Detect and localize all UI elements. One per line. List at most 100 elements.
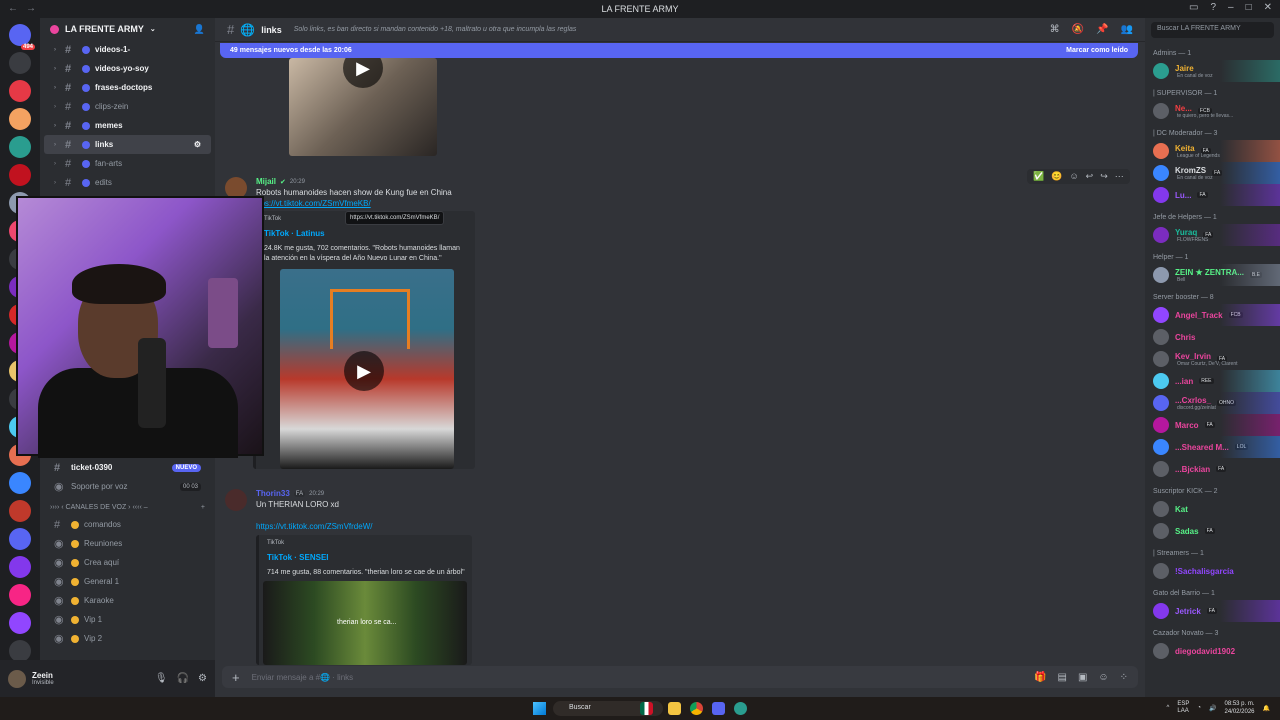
search-input[interactable]: Buscar LA FRENTE ARMY xyxy=(1151,22,1274,38)
mute-bell-icon[interactable]: 🔕 xyxy=(1072,24,1084,35)
taskbar-browser-icon[interactable] xyxy=(734,702,747,715)
server-icon[interactable] xyxy=(9,136,31,158)
add-reaction-icon[interactable]: ☺ xyxy=(1069,171,1078,182)
tray-language[interactable]: ESP LAA xyxy=(1177,701,1189,715)
message-author[interactable]: Thorin33 xyxy=(256,489,290,498)
member-item[interactable]: diegodavid1902 xyxy=(1145,640,1280,662)
mark-as-read-button[interactable]: Marcar como leído xyxy=(1066,47,1128,54)
video-thumbnail[interactable]: therian loro se ca... xyxy=(263,581,467,665)
member-item[interactable]: ...Bjckian FA xyxy=(1145,458,1280,480)
member-item[interactable]: ...Cxrlos_OHNOdiscord.gg/zeinlat xyxy=(1145,392,1280,414)
wifi-icon[interactable]: ◔ xyxy=(1197,705,1201,711)
emoji-icon[interactable]: ☺ xyxy=(1098,672,1108,683)
server-header[interactable]: LA FRENTE ARMY ⌄ 👤 xyxy=(40,18,215,40)
server-icon[interactable] xyxy=(9,556,31,578)
avatar[interactable] xyxy=(225,489,247,511)
channel-item[interactable]: › # edits xyxy=(44,173,211,192)
member-item[interactable]: Marco FA xyxy=(1145,414,1280,436)
video-thumbnail[interactable]: ▶ xyxy=(280,269,454,469)
member-item[interactable]: ...ian REE xyxy=(1145,370,1280,392)
message-link[interactable]: ttps://vt.tiktok.com/ZSmVfmeKB/ xyxy=(256,199,371,208)
server-icon[interactable]: NUEVO xyxy=(9,640,31,660)
forward-icon[interactable]: ↪ xyxy=(1100,171,1108,182)
embed-title[interactable]: TikTok · SENSEI xyxy=(267,553,329,562)
headphones-icon[interactable]: 🎧 xyxy=(177,673,189,684)
member-item[interactable]: KromZS FA En canal de voz xyxy=(1145,162,1280,184)
message-input[interactable]: Enviar mensaje a #🌐 · links xyxy=(252,673,354,682)
video-thumbnail-previous[interactable]: ▶ xyxy=(289,58,437,156)
channel-item[interactable]: › # clips-zein xyxy=(44,97,211,116)
voice-channel-item[interactable]: ◉ Karaoke xyxy=(44,591,211,610)
voice-channel-item[interactable]: # comandos xyxy=(44,515,211,534)
member-item[interactable]: Ne... FCB te quiero, pero te llevas... xyxy=(1145,100,1280,122)
message-link[interactable]: https://vt.tiktok.com/ZSmVfrdeW/ xyxy=(256,522,372,531)
settings-gear-icon[interactable]: ⚙ xyxy=(198,673,207,684)
tray-chevron-icon[interactable]: ^ xyxy=(1167,705,1170,711)
channel-topic[interactable]: Solo links, es ban directo si mandan con… xyxy=(294,26,577,33)
reply-icon[interactable]: ↩ xyxy=(1086,171,1094,182)
add-channel-icon[interactable]: + xyxy=(201,504,205,511)
close-icon[interactable]: ✕ xyxy=(1264,2,1272,13)
server-icon[interactable] xyxy=(9,164,31,186)
channel-item[interactable]: › # links ⚙ xyxy=(44,135,211,154)
voice-category[interactable]: ›››› ‹ CANALES DE VOZ › ‹‹‹‹ – + xyxy=(40,496,215,515)
attach-plus-icon[interactable]: + xyxy=(232,670,240,685)
clock[interactable]: 08:53 p. m. 24/02/2026 xyxy=(1224,700,1254,716)
microphone-icon[interactable]: 🎙 xyxy=(155,673,168,684)
taskbar-discord-icon[interactable] xyxy=(712,702,725,715)
inbox-icon[interactable]: ▭ xyxy=(1189,2,1198,13)
server-icon[interactable] xyxy=(9,108,31,130)
server-icon[interactable]: 494 xyxy=(9,24,35,50)
voice-channel-item[interactable]: ◉ Crea aquí xyxy=(44,553,211,572)
message-author[interactable]: Mijail xyxy=(256,177,276,186)
member-item[interactable]: ZEIN ★ ZENTRA...B.EBell xyxy=(1145,264,1280,286)
member-item[interactable]: Jetrick FA xyxy=(1145,600,1280,622)
apps-icon[interactable]: ⁘ xyxy=(1120,672,1128,683)
minimize-icon[interactable]: – xyxy=(1228,2,1234,13)
maximize-icon[interactable]: □ xyxy=(1246,2,1252,13)
server-icon[interactable] xyxy=(9,52,31,74)
new-messages-bar[interactable]: 49 mensajes nuevos desde las 20:06 Marca… xyxy=(220,43,1138,58)
taskbar-chrome-icon[interactable] xyxy=(690,702,703,715)
channel-item[interactable]: # ticket-0390 NUEVO xyxy=(44,458,211,477)
emoji-reaction-icon[interactable]: 😊 xyxy=(1051,171,1062,182)
pin-icon[interactable]: 📌 xyxy=(1096,24,1108,35)
windows-start-icon[interactable] xyxy=(533,702,546,715)
play-icon[interactable]: ▶ xyxy=(344,351,384,391)
channel-item[interactable]: › # memes xyxy=(44,116,211,135)
check-reaction-icon[interactable]: ✅ xyxy=(1033,171,1044,182)
server-icon[interactable] xyxy=(9,500,31,522)
channel-item[interactable]: ◉ Soporte por voz 00 03 xyxy=(44,477,211,496)
play-icon[interactable]: ▶ xyxy=(343,58,383,88)
member-item[interactable]: !Sachalisgarcía xyxy=(1145,560,1280,582)
taskbar-app-mexico-icon[interactable] xyxy=(640,702,653,715)
voice-channel-item[interactable]: ◉ Reuniones xyxy=(44,534,211,553)
channel-item[interactable]: › # fan-arts xyxy=(44,154,211,173)
more-icon[interactable]: ⋯ xyxy=(1115,171,1124,182)
server-icon[interactable] xyxy=(9,584,31,606)
server-icon[interactable] xyxy=(9,472,31,494)
settings-gear-icon[interactable]: ⚙ xyxy=(194,140,201,149)
member-item[interactable]: Kat xyxy=(1145,498,1280,520)
server-icon[interactable] xyxy=(9,612,31,634)
help-icon[interactable]: ? xyxy=(1210,2,1216,13)
volume-icon[interactable]: 🔊 xyxy=(1209,705,1216,712)
sticker-icon[interactable]: ▣ xyxy=(1078,672,1087,683)
taskbar-folder-icon[interactable] xyxy=(668,702,681,715)
channel-item[interactable]: › # videos-1- xyxy=(44,40,211,59)
add-user-icon[interactable]: 👤 xyxy=(194,24,205,35)
member-item[interactable]: ...Sheared M...LOL xyxy=(1145,436,1280,458)
server-icon[interactable] xyxy=(9,528,31,550)
member-item[interactable]: Lu... FA xyxy=(1145,184,1280,206)
member-item[interactable]: Sadas FA xyxy=(1145,520,1280,542)
channel-item[interactable]: › # frases-doctops xyxy=(44,78,211,97)
member-item[interactable]: Keita FA League of Legends xyxy=(1145,140,1280,162)
member-item[interactable]: Chris xyxy=(1145,326,1280,348)
member-item[interactable]: Jaire En canal de voz xyxy=(1145,60,1280,82)
avatar[interactable] xyxy=(8,669,26,688)
gift-icon[interactable]: 🎁 xyxy=(1034,672,1046,683)
voice-channel-item[interactable]: ◉ General 1 xyxy=(44,572,211,591)
threads-icon[interactable]: ⌘ xyxy=(1050,24,1060,35)
member-item[interactable]: Yuraq FA FLOWFRENS xyxy=(1145,224,1280,246)
gif-icon[interactable]: ▤ xyxy=(1057,672,1066,683)
